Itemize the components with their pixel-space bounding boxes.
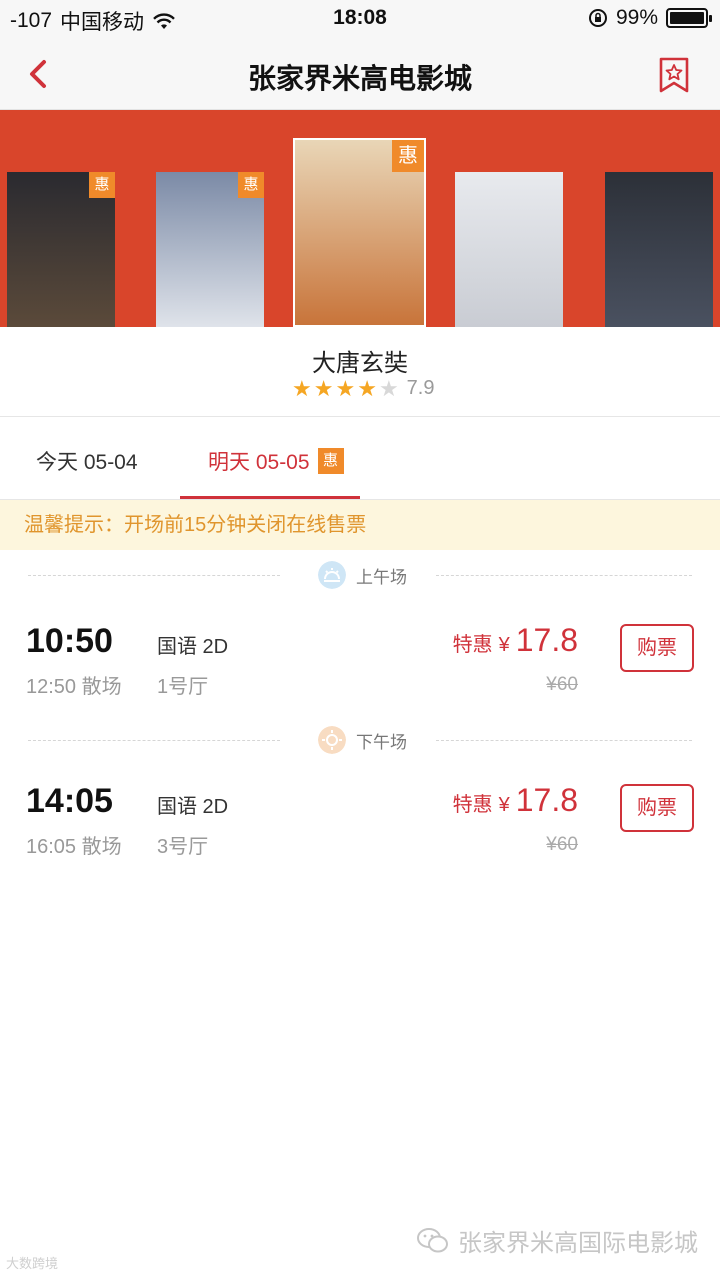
poster-image [605, 172, 713, 327]
movie-info: 大唐玄奘 ★ ★ ★ ★ ★ 7.9 [0, 327, 720, 417]
active-tab-indicator [180, 496, 360, 499]
bookmark-star-icon[interactable] [658, 56, 690, 94]
poster-item[interactable]: 惠 [7, 172, 115, 327]
discount-badge: 惠 [89, 172, 115, 198]
battery-icon [666, 8, 712, 28]
poster-image [455, 172, 563, 327]
period-label: 下午场 [318, 726, 407, 754]
session-row: 14:05 16:05 散场 国语 2D 3号厅 特惠 ¥ 17.8 ¥60 购… [0, 782, 720, 892]
period-text: 上午场 [356, 567, 407, 587]
period-divider-afternoon: 下午场 [0, 726, 720, 756]
discount-badge: 惠 [392, 140, 424, 172]
price-value: 17.8 [515, 782, 578, 818]
price-value: 17.8 [515, 622, 578, 658]
battery-fill [670, 12, 704, 24]
star-icon: ★ [357, 375, 377, 401]
tab-tomorrow-label: 明天 05-05 [208, 451, 310, 474]
session-price: 特惠 ¥ 17.8 [453, 782, 578, 819]
session-price: 特惠 ¥ 17.8 [453, 622, 578, 659]
watermark-text: 张家界米高国际电影城 [458, 1230, 698, 1257]
original-price: ¥60 [546, 834, 578, 855]
star-icon: ★ [335, 375, 356, 401]
poster-item[interactable] [605, 172, 713, 327]
watermark: 张家界米高国际电影城 [416, 1223, 698, 1258]
session-start-time: 14:05 [26, 782, 113, 820]
currency-symbol: ¥ [498, 794, 510, 816]
price-label: 特惠 [452, 794, 493, 816]
star-icon: ★ [313, 375, 334, 401]
buy-ticket-button[interactable]: 购票 [620, 624, 694, 672]
battery-percent: 99% [615, 6, 658, 29]
star-icon: ★ [378, 375, 399, 401]
session-hall: 3号厅 [157, 836, 209, 858]
currency-symbol: ¥ [498, 634, 510, 656]
status-right: 99% [588, 6, 712, 30]
afternoon-sun-icon [318, 726, 346, 754]
movie-rating: ★ ★ ★ ★ ★ 7.9 [292, 377, 434, 400]
discount-badge: 惠 [317, 448, 344, 474]
poster-carousel[interactable]: 惠 惠 惠 [0, 110, 720, 327]
page-title: 张家界米高电影城 [247, 63, 472, 94]
period-label: 上午场 [318, 561, 407, 589]
movie-title: 大唐玄奘 [312, 350, 408, 377]
dashed-divider [436, 575, 692, 576]
tab-tomorrow[interactable]: 明天 05-05 惠 [208, 446, 344, 476]
dashed-divider [436, 740, 692, 741]
session-language: 国语 2D [157, 636, 229, 658]
rating-score: 7.9 [406, 377, 435, 399]
poster-item[interactable] [455, 172, 563, 327]
orientation-lock-icon [588, 9, 607, 27]
nav-bar: 张家界米高电影城 [0, 40, 720, 110]
star-icon: ★ [292, 375, 312, 401]
status-bar: -107 中国移动 18:08 99% [0, 0, 720, 40]
session-row: 10:50 12:50 散场 国语 2D 1号厅 特惠 ¥ 17.8 ¥60 购… [0, 622, 720, 732]
session-end-time: 16:05 散场 [26, 836, 122, 858]
poster-item[interactable]: 惠 [156, 172, 264, 327]
period-text: 下午场 [356, 732, 407, 752]
notice-banner: 温馨提示：开场前15分钟关闭在线售票 [0, 500, 720, 550]
date-tabs: 今天 05-04 明天 05-05 惠 [0, 418, 720, 500]
wechat-icon [417, 1227, 448, 1252]
tab-today[interactable]: 今天 05-04 [36, 446, 138, 476]
session-end-time: 12:50 散场 [26, 676, 122, 698]
session-hall: 1号厅 [157, 676, 209, 698]
buy-ticket-button[interactable]: 购票 [620, 784, 694, 832]
discount-badge: 惠 [238, 172, 264, 198]
dashed-divider [28, 575, 280, 576]
session-language: 国语 2D [157, 796, 229, 818]
poster-item-selected[interactable]: 惠 [293, 138, 426, 327]
session-start-time: 10:50 [26, 622, 113, 660]
dashed-divider [28, 740, 280, 741]
corner-watermark: 大数跨境 [6, 1256, 59, 1271]
period-divider-morning: 上午场 [0, 561, 720, 591]
morning-sun-icon [318, 561, 346, 589]
price-label: 特惠 [452, 634, 493, 656]
original-price: ¥60 [546, 674, 578, 695]
